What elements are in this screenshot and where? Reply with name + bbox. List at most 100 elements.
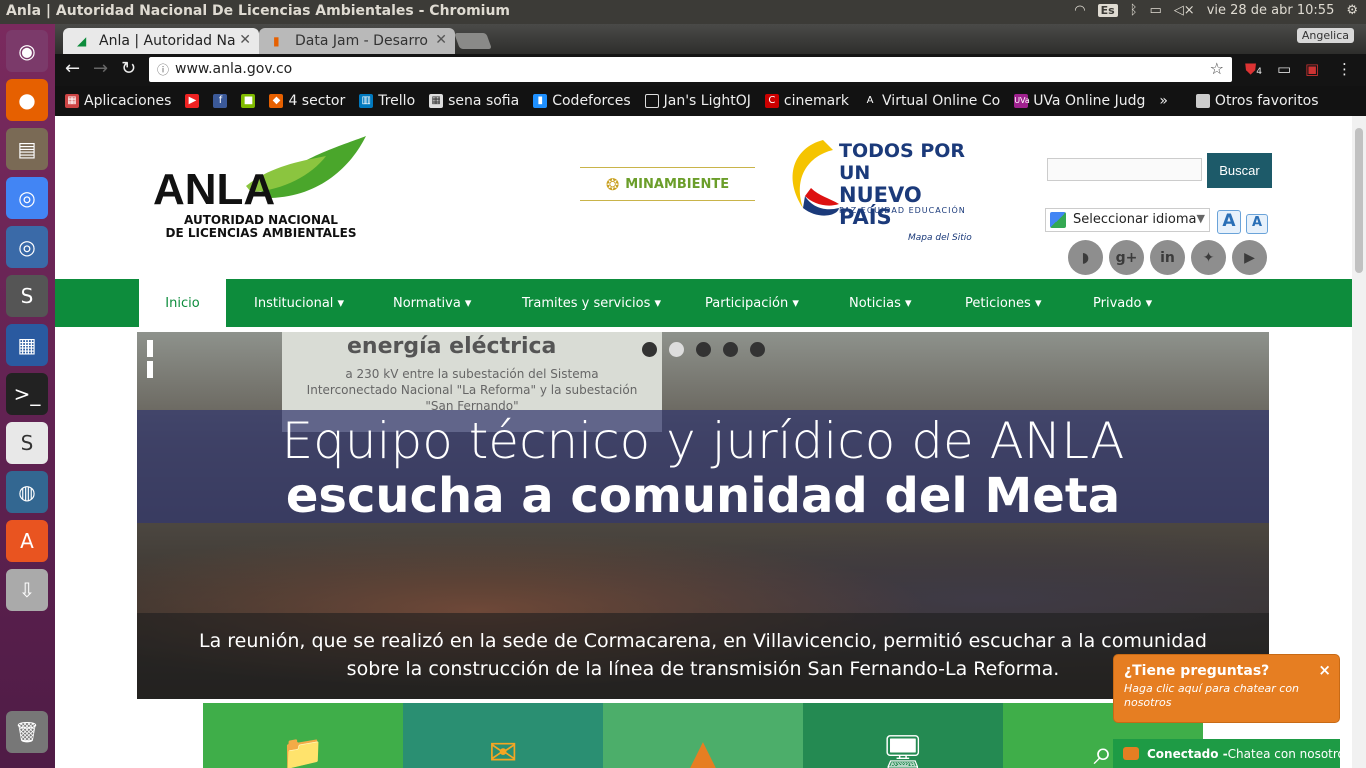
nav-inicio[interactable]: Inicio: [139, 279, 226, 327]
wifi-icon[interactable]: ◠: [1074, 3, 1085, 18]
installer-icon[interactable]: ⇩: [6, 569, 48, 611]
chat-prompt[interactable]: ¿Tiene preguntas? Haga clic aquí para ch…: [1113, 654, 1340, 723]
carousel-dot[interactable]: [750, 342, 765, 357]
cast-extension-icon[interactable]: ▭: [1277, 60, 1291, 78]
minambiente-logo[interactable]: ❂ MINAMBIENTE: [580, 167, 755, 201]
microsoft-icon: ■: [241, 94, 256, 108]
tab-label: Anla | Autoridad Na: [99, 33, 236, 49]
youtube-icon: ▶: [185, 94, 200, 108]
scrollbar-thumb[interactable]: [1355, 128, 1363, 273]
nav-noticias[interactable]: Noticias ▾: [849, 279, 912, 327]
sitemap-link[interactable]: Mapa del Sitio: [908, 233, 972, 243]
search-button[interactable]: Buscar: [1207, 153, 1272, 188]
nav-label: Normativa: [393, 295, 461, 311]
bookmark-trello[interactable]: ▥ Trello: [359, 93, 415, 109]
pause-icon[interactable]: [147, 340, 165, 378]
slack-icon[interactable]: S: [6, 422, 48, 464]
settings-gear-icon[interactable]: ⚙: [1346, 3, 1358, 18]
bookmark-virtual-online[interactable]: A Virtual Online Co: [863, 93, 1001, 109]
nav-tramites[interactable]: Tramites y servicios ▾: [522, 279, 661, 327]
news-carousel[interactable]: energía eléctrica a 230 kV entre la sube…: [137, 332, 1269, 699]
youtube-icon[interactable]: ▶: [1232, 240, 1267, 275]
menu-icon[interactable]: ⋮: [1337, 60, 1352, 78]
chromium-icon[interactable]: ◎: [6, 226, 48, 268]
bookmark-cinemark[interactable]: Ccinemark: [764, 93, 849, 109]
bookmark-uva[interactable]: UVa UVa Online Judg: [1014, 93, 1145, 109]
close-tab-icon[interactable]: ✕: [435, 32, 447, 48]
page-scrollbar[interactable]: [1352, 116, 1366, 768]
slide-headline[interactable]: Equipo técnico y jurídico de ANLA escuch…: [137, 410, 1269, 523]
carousel-dot[interactable]: [669, 342, 684, 357]
increase-font-button[interactable]: A: [1217, 210, 1241, 234]
minambiente-label: MINAMBIENTE: [625, 176, 730, 192]
software-center-icon[interactable]: A: [6, 520, 48, 562]
bookmarks-overflow-button[interactable]: »: [1159, 93, 1168, 109]
bookmark-codeforces[interactable]: ▮ Codeforces: [533, 93, 631, 109]
sublime-text-icon[interactable]: S: [6, 275, 48, 317]
volume-icon[interactable]: ◁×: [1174, 3, 1195, 18]
google-plus-icon[interactable]: g+: [1109, 240, 1144, 275]
vital-tile[interactable]: ▲: [603, 703, 803, 768]
new-tab-button[interactable]: [454, 33, 492, 49]
bookmark-youtube[interactable]: ▶: [185, 94, 200, 108]
nav-peticiones[interactable]: Peticiones ▾: [965, 279, 1041, 327]
close-tab-icon[interactable]: ✕: [239, 32, 251, 48]
trash-icon[interactable]: 🗑: [6, 711, 48, 753]
rss-icon[interactable]: ◗: [1068, 240, 1103, 275]
decrease-font-button[interactable]: A: [1246, 214, 1268, 234]
online-services-tile[interactable]: 🖥: [803, 703, 1003, 768]
clock[interactable]: vie 28 de abr 10:55: [1207, 3, 1335, 18]
caption-line1: La reunión, que se realizó en la sede de…: [199, 630, 1207, 652]
todos-por-un-nuevo-pais-logo[interactable]: TODOS POR UN NUEVO PAÍS PAZ EQUIDAD EDUC…: [783, 138, 973, 228]
files-icon[interactable]: ▤: [6, 128, 48, 170]
tab-datajam[interactable]: ▮ Data Jam - Desarro ✕: [259, 28, 455, 54]
nav-participacion[interactable]: Participación ▾: [705, 279, 799, 327]
tab-anla[interactable]: ◢ Anla | Autoridad Na ✕: [63, 28, 259, 54]
anla-leaf-logo: ANLA: [153, 136, 366, 214]
folder-tile[interactable]: 📁: [203, 703, 403, 768]
profile-button[interactable]: Angelica: [1296, 28, 1354, 43]
battery-icon[interactable]: ▭: [1150, 3, 1162, 18]
ublock-extension-icon[interactable]: ⛊4: [1245, 60, 1262, 78]
bookmark-apps[interactable]: ▦ Aplicaciones: [65, 93, 171, 109]
anla-logo[interactable]: ANLA AUTORIDAD NACIONAL DE LICENCIAS AMB…: [151, 136, 371, 246]
linkedin-icon[interactable]: in: [1150, 240, 1185, 275]
bookmark-facebook[interactable]: f: [213, 94, 228, 108]
nav-institucional[interactable]: Institucional ▾: [254, 279, 344, 327]
uva-icon: UVa: [1014, 94, 1030, 108]
bluetooth-icon[interactable]: ᛒ: [1130, 3, 1138, 18]
carousel-dot[interactable]: [696, 342, 711, 357]
info-icon[interactable]: ⓘ: [157, 61, 169, 78]
coat-of-arms-icon: ❂: [605, 174, 620, 194]
back-arrow-icon[interactable]: ←: [65, 58, 80, 79]
nav-privado[interactable]: Privado ▾: [1093, 279, 1152, 327]
bookmark-star-icon[interactable]: ☆: [1210, 59, 1224, 78]
terminal-icon[interactable]: >_: [6, 373, 48, 415]
search-input[interactable]: [1047, 158, 1202, 181]
bookmark-other-favorites[interactable]: Otros favoritos: [1195, 93, 1319, 109]
chat-status-bar[interactable]: Conectado - Chatea con nosotros: [1113, 739, 1351, 768]
mail-tile[interactable]: ✉: [403, 703, 603, 768]
bookmark-lightoj[interactable]: Jan's LightOJ: [644, 93, 751, 109]
reload-icon[interactable]: ↻: [121, 58, 136, 79]
chat-close-button[interactable]: ×: [1318, 661, 1331, 679]
forward-arrow-icon[interactable]: →: [93, 58, 108, 79]
keyboard-layout-indicator[interactable]: Es: [1097, 4, 1118, 17]
bookmark-4sector[interactable]: ◆ 4 sector: [269, 93, 345, 109]
chrome-icon[interactable]: ◎: [6, 177, 48, 219]
bookmark-sena-sofia[interactable]: ▦ sena sofia: [429, 93, 519, 109]
language-selector[interactable]: Seleccionar idioma ▼: [1045, 208, 1210, 232]
ubuntu-dash-icon[interactable]: ◉: [6, 30, 48, 72]
twitter-icon[interactable]: ✦: [1191, 240, 1226, 275]
bookmark-microsoft[interactable]: ■: [241, 94, 256, 108]
url-field[interactable]: ⓘ www.anla.gov.co ☆: [149, 57, 1232, 82]
carousel-dot[interactable]: [723, 342, 738, 357]
pdf-extension-icon[interactable]: ▣: [1305, 60, 1319, 78]
firefox-icon[interactable]: ●: [6, 79, 48, 121]
carousel-dot[interactable]: [642, 342, 657, 357]
postgresql-icon[interactable]: ◍: [6, 471, 48, 513]
sign-text: a 230 kV entre la subestación del Sistem…: [306, 367, 638, 413]
nav-normativa[interactable]: Normativa ▾: [393, 279, 471, 327]
document-viewer-icon[interactable]: ▦: [6, 324, 48, 366]
sign-title: energía eléctrica: [347, 334, 557, 359]
